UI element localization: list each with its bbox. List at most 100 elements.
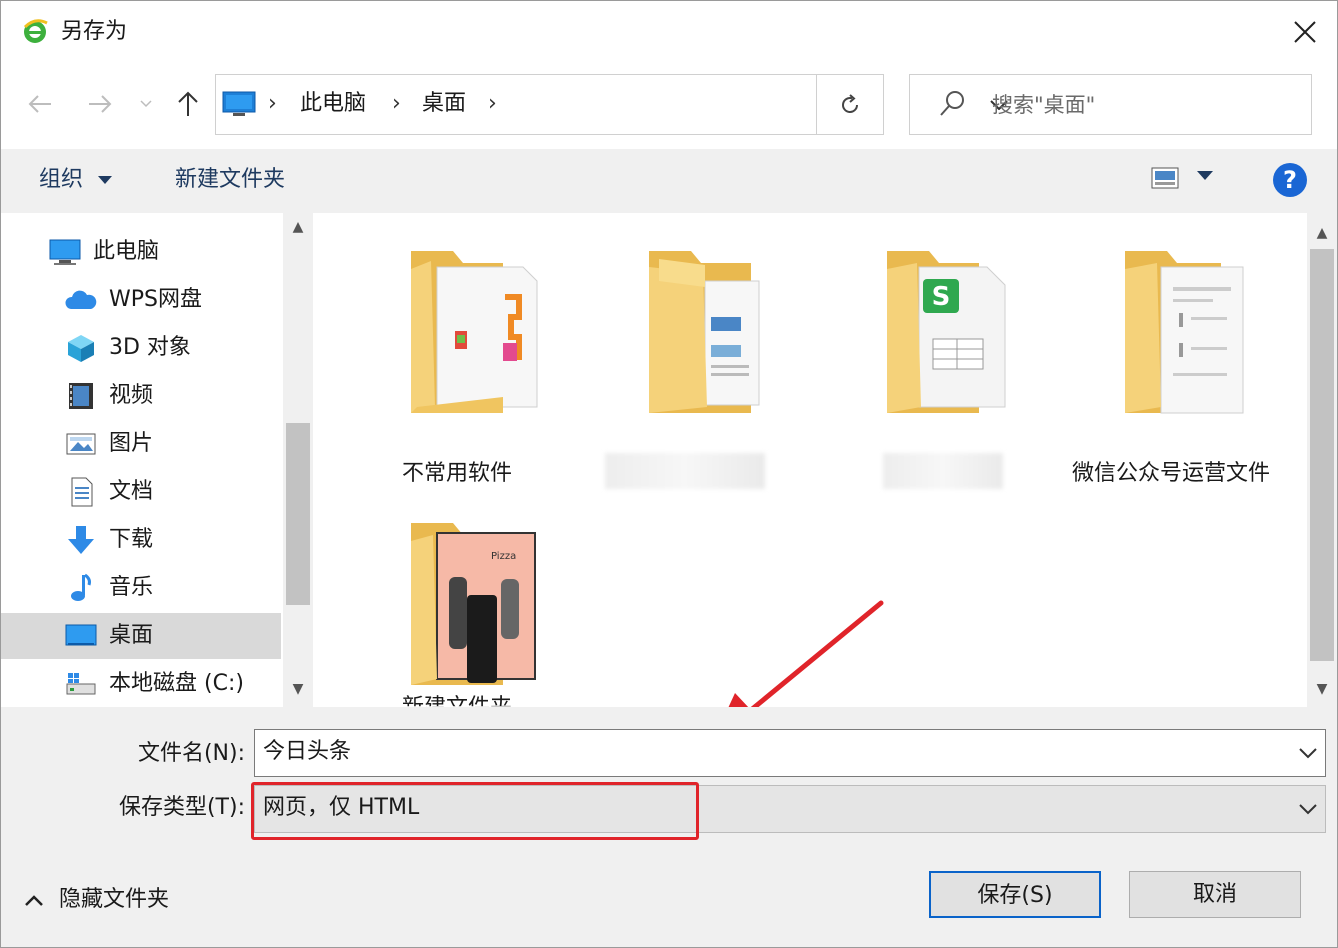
nav-item-downloads[interactable]: 下载 xyxy=(1,517,281,563)
filename-value: 今日头条 xyxy=(263,739,352,764)
chevron-down-icon xyxy=(140,100,152,108)
arrow-up-icon xyxy=(178,91,198,116)
nav-item-label: 文档 xyxy=(109,479,154,504)
scroll-up-icon[interactable]: ▲ xyxy=(283,219,313,235)
title-bar: 另存为 xyxy=(1,1,1337,63)
close-icon xyxy=(1294,21,1316,43)
breadcrumb-separator: › xyxy=(488,91,497,116)
breadcrumb-this-pc[interactable]: 此电脑 xyxy=(300,89,366,119)
cancel-button[interactable]: 取消 xyxy=(1129,871,1301,918)
cube-icon xyxy=(68,335,94,362)
refresh-icon xyxy=(842,93,858,113)
nav-item-label: 3D 对象 xyxy=(109,335,191,360)
nav-item-label: 下载 xyxy=(109,527,154,552)
svg-text:Pizza: Pizza xyxy=(491,551,516,562)
drive-icon xyxy=(66,673,96,695)
up-button[interactable] xyxy=(169,85,207,123)
highlight-box xyxy=(251,782,699,840)
breadcrumb-separator: › xyxy=(392,91,401,116)
caret-down-icon xyxy=(98,175,113,184)
chevron-down-icon[interactable] xyxy=(1299,796,1317,822)
nav-item-label: 视频 xyxy=(109,383,154,408)
search-icon xyxy=(940,91,964,116)
nav-item-label: 本地磁盘 (C:) xyxy=(109,671,244,696)
folder-item[interactable]: 不常用软件 xyxy=(357,247,557,497)
scrollbar-thumb[interactable] xyxy=(286,423,310,605)
folder-item[interactable]: S xyxy=(833,247,1033,497)
arrow-left-icon xyxy=(28,95,51,113)
organize-label: 组织 xyxy=(39,167,84,192)
forward-button[interactable] xyxy=(81,85,119,123)
scroll-up-icon[interactable]: ▲ xyxy=(1307,225,1337,241)
filename-label: 文件名(N): xyxy=(137,741,245,766)
browser-app-icon xyxy=(23,19,48,43)
blurred-label xyxy=(605,453,765,489)
nav-item-documents[interactable]: 文档 xyxy=(1,469,281,515)
folder-icon: Pizza xyxy=(411,523,536,685)
folder-label: 微信公众号运营文件 xyxy=(1071,461,1270,486)
folder-icon xyxy=(411,251,538,413)
desktop-icon xyxy=(65,624,97,646)
cloud-icon xyxy=(65,290,97,309)
folder-icon xyxy=(1125,251,1244,414)
scrollbar-thumb[interactable] xyxy=(1310,249,1334,661)
folder-icon: S xyxy=(887,251,1006,413)
nav-item-label: WPS网盘 xyxy=(109,287,202,312)
nav-scrollbar[interactable]: ▲ ▼ xyxy=(283,213,313,707)
save-button[interactable]: 保存(S) xyxy=(929,871,1101,918)
hide-folders-label: 隐藏文件夹 xyxy=(59,887,170,912)
folder-icon xyxy=(649,251,760,413)
nav-item-3d-objects[interactable]: 3D 对象 xyxy=(1,325,281,371)
annotation-arrow-icon xyxy=(728,600,884,707)
picture-icon xyxy=(66,433,96,455)
recent-locations-button[interactable] xyxy=(131,85,161,123)
caret-down-icon[interactable] xyxy=(1197,171,1213,181)
command-bar: 组织 新建文件夹 xyxy=(1,149,1337,213)
hide-folders-toggle[interactable]: 隐藏文件夹 xyxy=(25,885,169,915)
computer-icon xyxy=(49,239,81,265)
folder-item[interactable]: Pizza 新建文件夹 xyxy=(357,519,557,707)
svg-text:S: S xyxy=(932,282,951,312)
search-box[interactable]: 搜索"桌面" xyxy=(909,74,1312,135)
breadcrumb-desktop[interactable]: 桌面 xyxy=(422,89,466,119)
file-list-area: 不常用软件 S 微信公众号运营文件 Pizza xyxy=(315,213,1305,707)
close-button[interactable] xyxy=(1279,7,1331,57)
address-bar[interactable]: › 此电脑 › 桌面 › xyxy=(215,74,1008,135)
save-as-dialog: 另存为 › 此电脑 › 桌面 › 搜索"桌面" 组织 新建文件夹 ? 此电脑 W… xyxy=(0,0,1338,948)
music-icon xyxy=(71,573,91,601)
folder-item[interactable]: 微信公众号运营文件 xyxy=(1071,247,1271,497)
navigation-pane: 此电脑 WPS网盘 3D 对象 视频 图片 文档 下载 音乐 桌面 本地磁盘 (… xyxy=(1,213,313,707)
nav-item-label: 图片 xyxy=(109,431,154,456)
nav-item-this-pc[interactable]: 此电脑 xyxy=(1,229,281,275)
view-options-icon[interactable] xyxy=(1151,167,1179,189)
document-icon xyxy=(71,477,93,507)
blurred-label xyxy=(883,453,1003,489)
nav-item-desktop[interactable]: 桌面 xyxy=(1,613,281,659)
nav-item-label: 桌面 xyxy=(109,623,154,648)
filename-input[interactable]: 今日头条 xyxy=(254,729,1326,777)
nav-item-music[interactable]: 音乐 xyxy=(1,565,281,611)
nav-item-local-disk-c[interactable]: 本地磁盘 (C:) xyxy=(1,661,281,707)
chevron-up-icon xyxy=(25,895,43,906)
help-button[interactable]: ? xyxy=(1273,163,1307,197)
nav-item-pictures[interactable]: 图片 xyxy=(1,421,281,467)
chevron-down-icon[interactable] xyxy=(1299,740,1317,766)
content-scrollbar[interactable]: ▲ ▼ xyxy=(1307,213,1337,707)
nav-item-label: 此电脑 xyxy=(93,239,160,264)
computer-icon xyxy=(222,91,256,116)
folder-label: 不常用软件 xyxy=(401,461,512,486)
organize-menu-button[interactable]: 组织 xyxy=(39,165,113,195)
dialog-title: 另存为 xyxy=(61,19,128,44)
folder-item[interactable] xyxy=(595,247,795,497)
arrow-right-icon xyxy=(89,95,112,113)
video-icon xyxy=(69,383,93,409)
refresh-button[interactable] xyxy=(816,74,884,135)
nav-item-label: 音乐 xyxy=(109,575,154,600)
nav-item-wps-cloud[interactable]: WPS网盘 xyxy=(1,277,281,323)
nav-item-videos[interactable]: 视频 xyxy=(1,373,281,419)
scroll-down-icon[interactable]: ▼ xyxy=(283,681,313,697)
new-folder-button[interactable]: 新建文件夹 xyxy=(175,165,285,195)
back-button[interactable] xyxy=(21,85,59,123)
scroll-down-icon[interactable]: ▼ xyxy=(1307,681,1337,697)
search-placeholder: 搜索"桌面" xyxy=(992,93,1096,117)
